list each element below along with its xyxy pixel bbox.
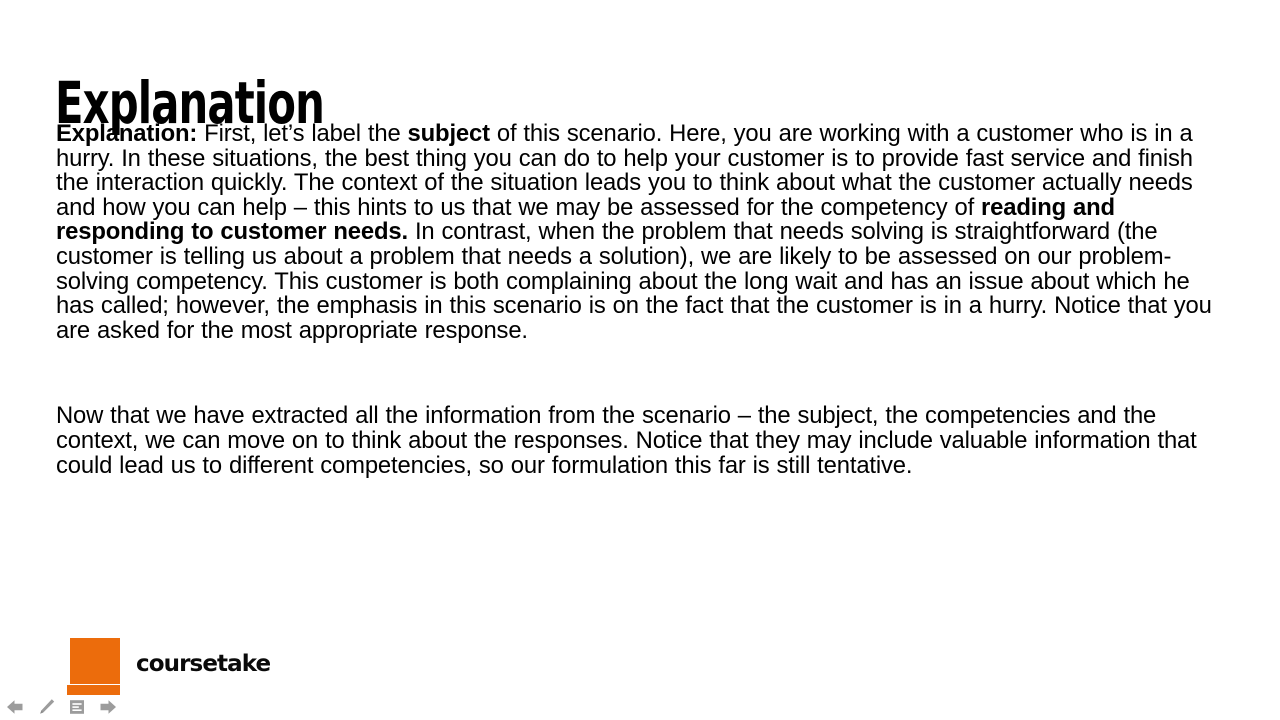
left-arrow-icon — [4, 697, 26, 717]
progress-bar-track[interactable] — [0, 685, 1280, 695]
pencil-icon — [35, 697, 57, 717]
notes-button[interactable] — [66, 696, 88, 718]
explanation-paragraph-2: Now that we have extracted all the infor… — [56, 404, 1218, 478]
right-arrow-icon — [97, 697, 119, 717]
body-text: Now that we have extracted all the infor… — [56, 402, 1197, 479]
slide-body-text: Explanation: First, let’s label the subj… — [56, 120, 1236, 478]
emphasis-text: subject — [407, 120, 491, 147]
next-slide-button[interactable] — [97, 696, 119, 718]
explanation-paragraph-1: Explanation: First, let’s label the subj… — [56, 120, 1218, 343]
emphasis-text: Explanation: — [56, 120, 198, 147]
logo-square-icon — [70, 638, 120, 688]
body-text: First, let’s label the — [197, 120, 408, 147]
previous-slide-button[interactable] — [4, 696, 26, 718]
notes-icon — [66, 697, 88, 717]
presentation-slide: Explanation Explanation: First, let’s la… — [0, 0, 1280, 720]
coursetake-logo: coursetake — [70, 638, 271, 688]
video-player-toolbar — [0, 684, 1280, 720]
annotate-button[interactable] — [35, 696, 57, 718]
progress-bar-fill — [67, 685, 120, 695]
logo-wordmark: coursetake — [136, 650, 271, 677]
player-controls — [4, 696, 119, 718]
